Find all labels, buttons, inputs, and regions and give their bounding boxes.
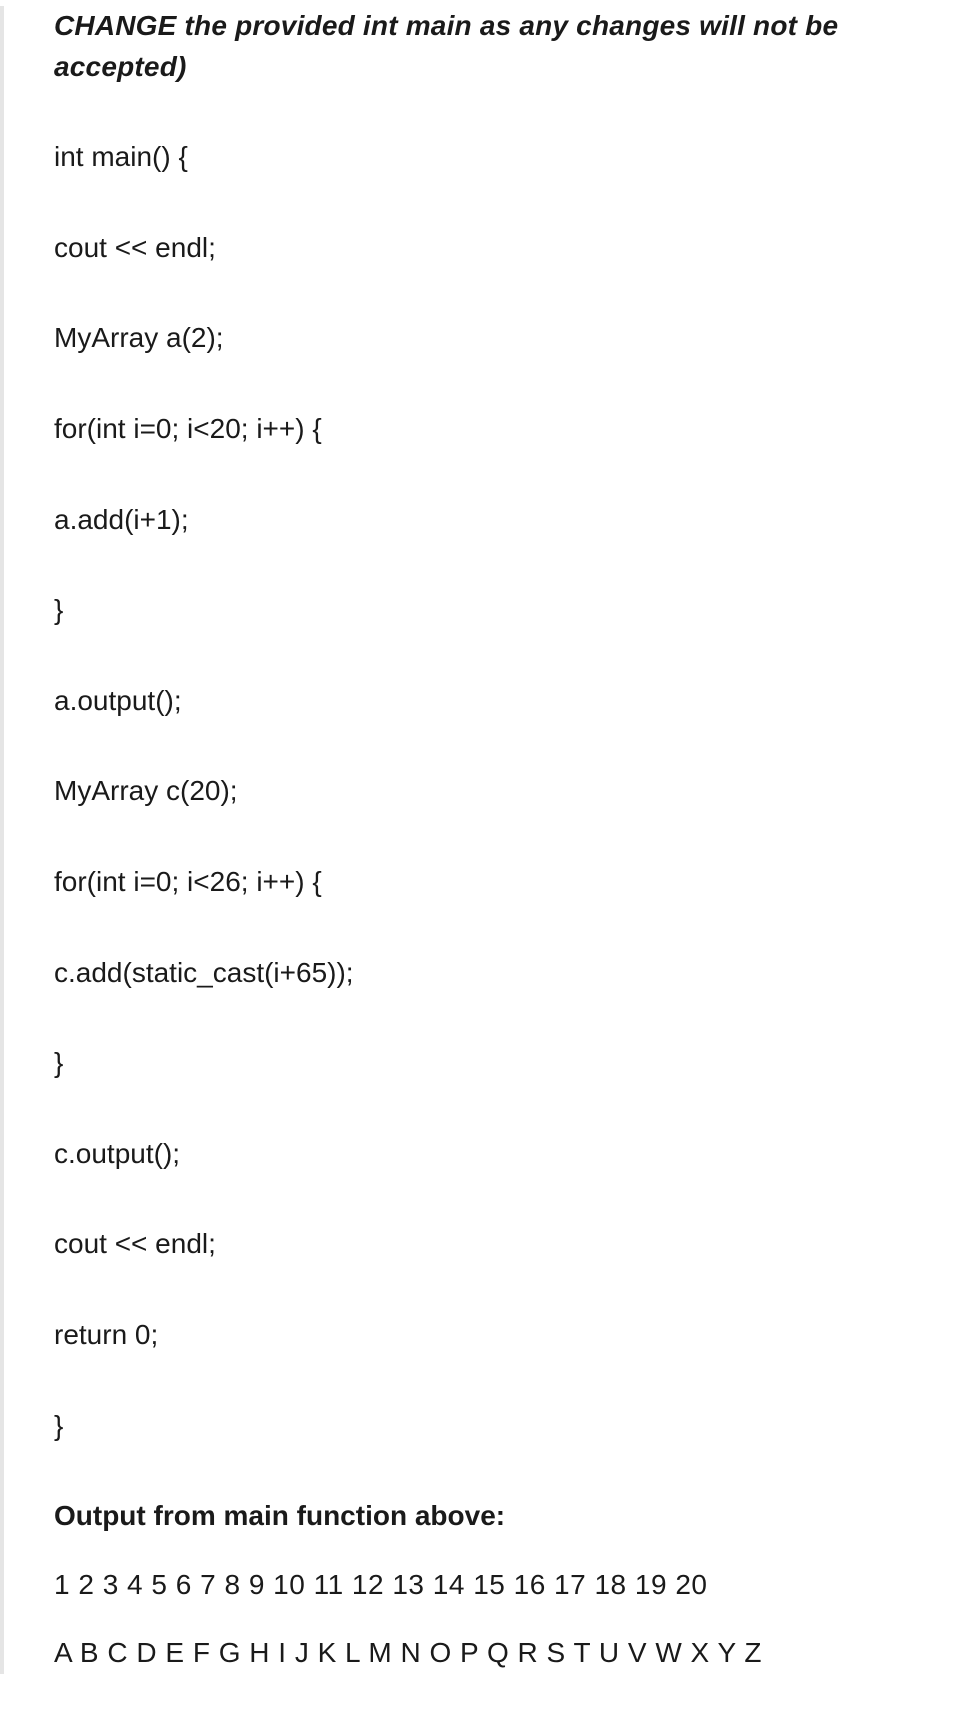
code-line: for(int i=0; i<26; i++) { (54, 862, 939, 903)
code-line: return 0; (54, 1315, 939, 1356)
code-line: } (54, 1406, 939, 1447)
code-line: MyArray a(2); (54, 318, 939, 359)
output-label: Output from main function above: (54, 1496, 939, 1537)
output-line: A B C D E F G H I J K L M N O P Q R S T … (54, 1633, 939, 1674)
code-line: MyArray c(20); (54, 771, 939, 812)
code-line: a.add(i+1); (54, 500, 939, 541)
code-line: } (54, 1043, 939, 1084)
code-line: } (54, 590, 939, 631)
code-line: c.output(); (54, 1134, 939, 1175)
code-line: cout << endl; (54, 1224, 939, 1265)
code-line: cout << endl; (54, 228, 939, 269)
question-heading: CHANGE the provided int main as any chan… (54, 6, 939, 87)
code-line: for(int i=0; i<20; i++) { (54, 409, 939, 450)
output-line: 1 2 3 4 5 6 7 8 9 10 11 12 13 14 15 16 1… (54, 1565, 939, 1606)
code-line: int main() { (54, 137, 939, 178)
code-line: c.add(static_cast(i+65)); (54, 953, 939, 994)
code-line: a.output(); (54, 681, 939, 722)
